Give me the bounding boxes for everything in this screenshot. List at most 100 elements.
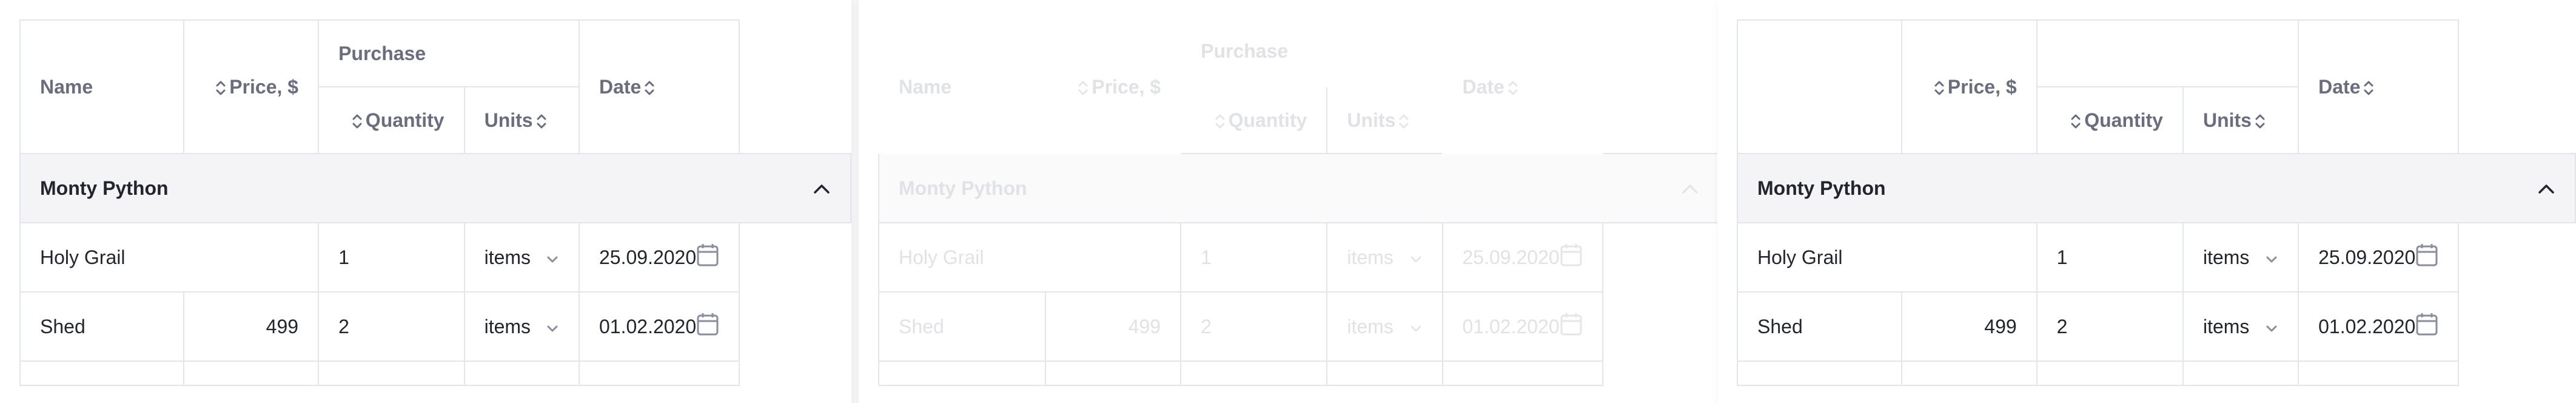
cell-quantity[interactable]: 1 — [1180, 222, 1328, 293]
calendar-icon[interactable] — [2415, 243, 2438, 272]
header-price-label: Price, $ — [1947, 75, 2017, 98]
cell-date[interactable]: 01.02.2020 — [578, 291, 740, 362]
cell-date[interactable]: 25.09.2020 — [578, 222, 740, 293]
cell-date[interactable]: 25.09.2020 — [1441, 222, 1603, 293]
cell-units[interactable]: items — [2182, 291, 2299, 362]
cell-quantity[interactable]: 2 — [318, 291, 465, 362]
header-quantity-label: Quantity — [365, 109, 444, 131]
header-quantity-label: Quantity — [1228, 109, 1307, 131]
cell-quantity-text: 1 — [338, 246, 349, 268]
calendar-icon[interactable] — [1560, 243, 1583, 272]
header-date[interactable]: Date — [578, 19, 740, 154]
cell-quantity-text: 2 — [1201, 315, 1212, 337]
data-table-3: Price, $ Date Quantity Units Monty Pytho… — [1737, 19, 2576, 386]
cell-units[interactable]: items — [463, 222, 580, 293]
cell-date[interactable]: 01.02.2020 — [2298, 291, 2460, 362]
cell-quantity[interactable]: 1 — [318, 222, 465, 293]
chevron-down-icon[interactable] — [546, 246, 559, 269]
cell-date-text: 01.02.2020 — [2318, 315, 2416, 337]
sort-icon[interactable] — [1933, 80, 1945, 97]
cell-units[interactable]: items — [2182, 222, 2299, 293]
cell-price[interactable]: 499 — [1900, 291, 2038, 362]
table-card-2: Name Price, $ Purchase Date Quantity Uni… — [859, 0, 1720, 403]
table-row: Shed 499 2 items 01.02.2020 — [1737, 291, 2575, 362]
header-units[interactable]: Units — [2182, 86, 2299, 154]
calendar-icon[interactable] — [696, 243, 719, 272]
header-purchase: Purchase — [318, 19, 580, 87]
calendar-icon[interactable] — [2415, 312, 2438, 341]
header-quantity[interactable]: Quantity — [2036, 86, 2184, 154]
sort-icon[interactable] — [2070, 113, 2082, 130]
group-label: Monty Python — [40, 177, 169, 199]
cell-price-text: 499 — [1128, 315, 1161, 337]
cell-date[interactable]: 25.09.2020 — [2298, 222, 2460, 293]
header-price[interactable]: Price, $ — [1900, 19, 2038, 154]
cell-units-text: items — [2202, 246, 2250, 268]
calendar-icon[interactable] — [696, 312, 719, 341]
cell-units[interactable]: items — [1326, 222, 1443, 293]
sort-icon[interactable] — [2254, 113, 2266, 130]
sort-icon[interactable] — [2363, 80, 2375, 97]
header-name[interactable]: Name — [19, 19, 184, 154]
chevron-up-icon[interactable] — [2537, 177, 2555, 200]
header-quantity[interactable]: Quantity — [1180, 86, 1328, 154]
cell-price[interactable]: 499 — [1045, 291, 1182, 362]
sort-icon[interactable] — [1214, 113, 1226, 130]
chevron-down-icon[interactable] — [2265, 316, 2278, 338]
header-purchase-label: Purchase — [338, 42, 426, 64]
cell-quantity[interactable]: 2 — [2036, 291, 2184, 362]
cell-name[interactable]: Holy Grail — [877, 222, 1182, 293]
cell-name[interactable]: Holy Grail — [19, 222, 320, 293]
cell-units[interactable]: items — [1326, 291, 1443, 362]
table-row: Holy Grail 1 items 25.09.2020 — [877, 222, 1719, 293]
header-date[interactable]: Date — [2298, 19, 2460, 154]
cell-quantity[interactable]: 1 — [2036, 222, 2184, 293]
cell-quantity-text: 2 — [2056, 315, 2068, 337]
cell-name[interactable]: Shed — [19, 291, 184, 362]
sort-icon[interactable] — [351, 113, 363, 130]
cell-date[interactable]: 01.02.2020 — [1441, 291, 1603, 362]
header-units[interactable]: Units — [463, 86, 580, 154]
data-table-2: Name Price, $ Purchase Date Quantity Uni… — [877, 19, 1720, 386]
cell-date-text: 25.09.2020 — [1462, 246, 1560, 268]
header-date[interactable]: Date — [1441, 19, 1603, 154]
header-name[interactable]: Name — [877, 19, 1047, 154]
group-row[interactable]: Monty Python — [19, 153, 851, 223]
table-row: Holy Grail 1 items 25.09.2020 — [1737, 222, 2575, 293]
chevron-down-icon[interactable] — [1409, 316, 1423, 338]
cell-price-text: 499 — [1984, 315, 2017, 337]
cell-units[interactable]: items — [463, 291, 580, 362]
cell-date-text: 01.02.2020 — [599, 315, 697, 337]
sort-icon[interactable] — [643, 80, 656, 97]
cell-units-text: items — [484, 315, 531, 337]
chevron-up-icon[interactable] — [1681, 177, 1699, 200]
chevron-up-icon[interactable] — [813, 177, 831, 200]
header-price-label: Price, $ — [229, 75, 299, 98]
sort-icon[interactable] — [215, 80, 227, 97]
group-label: Monty Python — [899, 177, 1027, 199]
table-card-3: Price, $ Date Quantity Units Monty Pytho… — [1717, 0, 2576, 403]
header-quantity[interactable]: Quantity — [318, 86, 465, 154]
cell-quantity[interactable]: 2 — [1180, 291, 1328, 362]
group-row[interactable]: Monty Python — [878, 153, 1720, 223]
group-row[interactable]: Monty Python — [1737, 153, 2576, 223]
chevron-down-icon[interactable] — [1409, 246, 1423, 269]
cell-name[interactable]: Shed — [1737, 291, 1902, 362]
header-price[interactable]: Price, $ — [183, 19, 320, 154]
cell-quantity-text: 1 — [1201, 246, 1212, 268]
cell-quantity-text: 2 — [338, 315, 349, 337]
calendar-icon[interactable] — [1560, 312, 1583, 341]
chevron-down-icon[interactable] — [2265, 246, 2278, 269]
cell-name-text: Shed — [899, 315, 944, 337]
cell-price[interactable]: 499 — [183, 291, 320, 362]
cell-name[interactable]: Holy Grail — [1737, 222, 2038, 293]
sort-icon[interactable] — [1077, 80, 1089, 97]
header-price[interactable]: Price, $ — [1045, 19, 1182, 154]
sort-icon[interactable] — [535, 113, 548, 130]
sort-icon[interactable] — [1507, 80, 1519, 97]
sort-icon[interactable] — [1398, 113, 1410, 130]
chevron-down-icon[interactable] — [546, 316, 559, 338]
header-date-label: Date — [2318, 75, 2361, 98]
cell-name[interactable]: Shed — [877, 291, 1047, 362]
header-units[interactable]: Units — [1326, 86, 1443, 154]
